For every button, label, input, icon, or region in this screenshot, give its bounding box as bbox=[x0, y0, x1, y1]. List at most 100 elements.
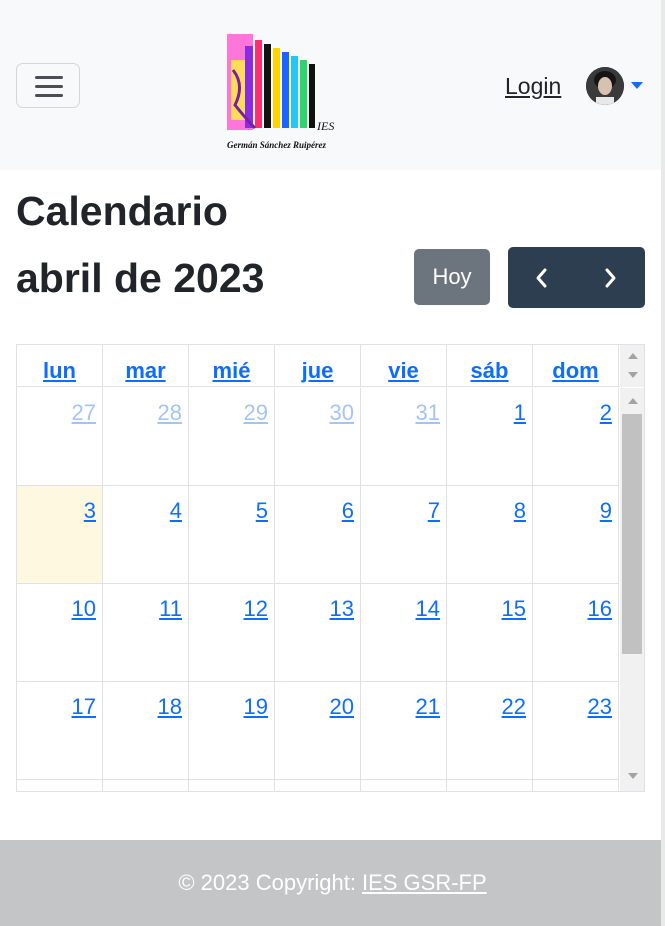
day-number-link[interactable]: 4 bbox=[170, 498, 182, 524]
day-cell[interactable]: 16 bbox=[533, 584, 619, 682]
day-number-link[interactable]: 22 bbox=[502, 694, 526, 720]
weekday-header-6[interactable]: dom bbox=[533, 345, 619, 387]
day-number-link[interactable]: 23 bbox=[588, 694, 612, 720]
day-cell[interactable] bbox=[533, 780, 619, 791]
day-number-link[interactable]: 5 bbox=[256, 498, 268, 524]
footer: © 2023 Copyright: IES GSR-FP bbox=[0, 840, 665, 926]
day-cell[interactable]: 18 bbox=[103, 682, 189, 780]
day-cell[interactable]: 8 bbox=[447, 486, 533, 584]
weekday-header-row: lun mar mié jue vie sáb dom bbox=[17, 345, 620, 387]
day-number-link[interactable]: 15 bbox=[502, 596, 526, 622]
user-photo-icon bbox=[586, 67, 624, 105]
day-cell[interactable]: 17 bbox=[17, 682, 103, 780]
header-scrollbar[interactable] bbox=[620, 345, 644, 387]
scroll-up-arrow-icon[interactable] bbox=[628, 353, 638, 359]
day-number-link[interactable]: 16 bbox=[588, 596, 612, 622]
day-cell[interactable]: 13 bbox=[275, 584, 361, 682]
day-cell[interactable]: 19 bbox=[189, 682, 275, 780]
today-button[interactable]: Hoy bbox=[414, 249, 490, 305]
day-number-link[interactable]: 14 bbox=[416, 596, 440, 622]
day-number-link[interactable]: 3 bbox=[84, 498, 96, 524]
hamburger-icon-bar bbox=[35, 85, 63, 88]
prev-month-button[interactable] bbox=[508, 247, 576, 308]
logo-ies-text: IES bbox=[316, 119, 334, 133]
day-cell[interactable]: 14 bbox=[361, 584, 447, 682]
day-number-link[interactable]: 27 bbox=[72, 400, 96, 426]
day-cell[interactable]: 29 bbox=[189, 388, 275, 486]
day-cell[interactable]: 6 bbox=[275, 486, 361, 584]
day-number-link[interactable]: 13 bbox=[330, 596, 354, 622]
day-cell[interactable]: 23 bbox=[533, 682, 619, 780]
month-navigation bbox=[508, 247, 645, 308]
day-cell[interactable]: 12 bbox=[189, 584, 275, 682]
day-number-link[interactable]: 10 bbox=[72, 596, 96, 622]
page-scrollbar[interactable] bbox=[661, 0, 665, 926]
day-cell[interactable] bbox=[103, 780, 189, 791]
weekday-header-2[interactable]: mié bbox=[189, 345, 275, 387]
scroll-up-arrow-icon[interactable] bbox=[628, 398, 638, 404]
day-cell[interactable]: 9 bbox=[533, 486, 619, 584]
day-cell[interactable]: 7 bbox=[361, 486, 447, 584]
scrollbar-thumb[interactable] bbox=[622, 414, 642, 654]
day-number-link[interactable]: 6 bbox=[342, 498, 354, 524]
day-number-link[interactable]: 8 bbox=[514, 498, 526, 524]
day-cell[interactable]: 20 bbox=[275, 682, 361, 780]
chevron-left-icon bbox=[536, 268, 547, 287]
day-number-link[interactable]: 11 bbox=[159, 596, 182, 622]
body-scrollbar[interactable] bbox=[620, 388, 644, 791]
day-cell[interactable] bbox=[189, 780, 275, 791]
login-link[interactable]: Login bbox=[505, 73, 561, 100]
day-number-link[interactable]: 30 bbox=[330, 400, 354, 426]
day-number-link[interactable]: 7 bbox=[428, 498, 440, 524]
day-cell[interactable]: 31 bbox=[361, 388, 447, 486]
day-number-link[interactable]: 21 bbox=[416, 694, 440, 720]
day-cell[interactable]: 21 bbox=[361, 682, 447, 780]
day-number-link[interactable]: 2 bbox=[600, 400, 612, 426]
scroll-down-arrow-icon[interactable] bbox=[628, 372, 638, 378]
chevron-down-icon[interactable] bbox=[631, 82, 643, 89]
day-cell[interactable]: 11 bbox=[103, 584, 189, 682]
day-number-link[interactable]: 20 bbox=[330, 694, 354, 720]
weekday-header-4[interactable]: vie bbox=[361, 345, 447, 387]
day-number-link[interactable]: 28 bbox=[158, 400, 182, 426]
footer-link[interactable]: IES GSR-FP bbox=[362, 870, 487, 896]
logo-name-text: Germán Sánchez Ruipérez bbox=[227, 140, 327, 150]
day-number-link[interactable]: 12 bbox=[244, 596, 268, 622]
day-cell[interactable]: 10 bbox=[17, 584, 103, 682]
navbar: IES Germán Sánchez Ruipérez Login bbox=[0, 0, 665, 170]
menu-toggle-button[interactable] bbox=[16, 63, 80, 108]
month-calendar: lun mar mié jue vie sáb dom 27 28 29 30 31 1 2 3 4 5 6 7 8… bbox=[16, 344, 645, 792]
day-number-link[interactable]: 18 bbox=[158, 694, 182, 720]
main-content: Calendario abril de 2023 Hoy lun mar mié ju… bbox=[0, 170, 665, 804]
scroll-down-arrow-icon[interactable] bbox=[628, 773, 638, 779]
day-cell[interactable]: 30 bbox=[275, 388, 361, 486]
day-number-link[interactable]: 17 bbox=[72, 694, 96, 720]
day-cell[interactable] bbox=[447, 780, 533, 791]
day-cell[interactable]: 1 bbox=[447, 388, 533, 486]
user-avatar[interactable] bbox=[586, 67, 624, 105]
day-cell[interactable] bbox=[275, 780, 361, 791]
day-cell[interactable]: 28 bbox=[103, 388, 189, 486]
day-cell[interactable] bbox=[17, 780, 103, 791]
day-number-link[interactable]: 29 bbox=[244, 400, 268, 426]
day-cell[interactable]: 15 bbox=[447, 584, 533, 682]
school-logo[interactable]: IES Germán Sánchez Ruipérez bbox=[225, 30, 337, 154]
day-number-link[interactable]: 19 bbox=[244, 694, 268, 720]
day-cell[interactable]: 3 bbox=[17, 486, 103, 584]
month-title: abril de 2023 bbox=[16, 255, 265, 301]
next-month-button[interactable] bbox=[576, 247, 644, 308]
day-cell[interactable]: 4 bbox=[103, 486, 189, 584]
copyright-text: © 2023 Copyright: bbox=[178, 870, 356, 895]
day-cell[interactable]: 27 bbox=[17, 388, 103, 486]
day-cell[interactable] bbox=[361, 780, 447, 791]
weekday-header-1[interactable]: mar bbox=[103, 345, 189, 387]
day-cell[interactable]: 22 bbox=[447, 682, 533, 780]
day-cell[interactable]: 5 bbox=[189, 486, 275, 584]
day-number-link[interactable]: 1 bbox=[514, 400, 526, 426]
weekday-header-0[interactable]: lun bbox=[17, 345, 103, 387]
day-number-link[interactable]: 31 bbox=[416, 400, 440, 426]
day-cell[interactable]: 2 bbox=[533, 388, 619, 486]
weekday-header-5[interactable]: sáb bbox=[447, 345, 533, 387]
day-number-link[interactable]: 9 bbox=[600, 498, 612, 524]
weekday-header-3[interactable]: jue bbox=[275, 345, 361, 387]
